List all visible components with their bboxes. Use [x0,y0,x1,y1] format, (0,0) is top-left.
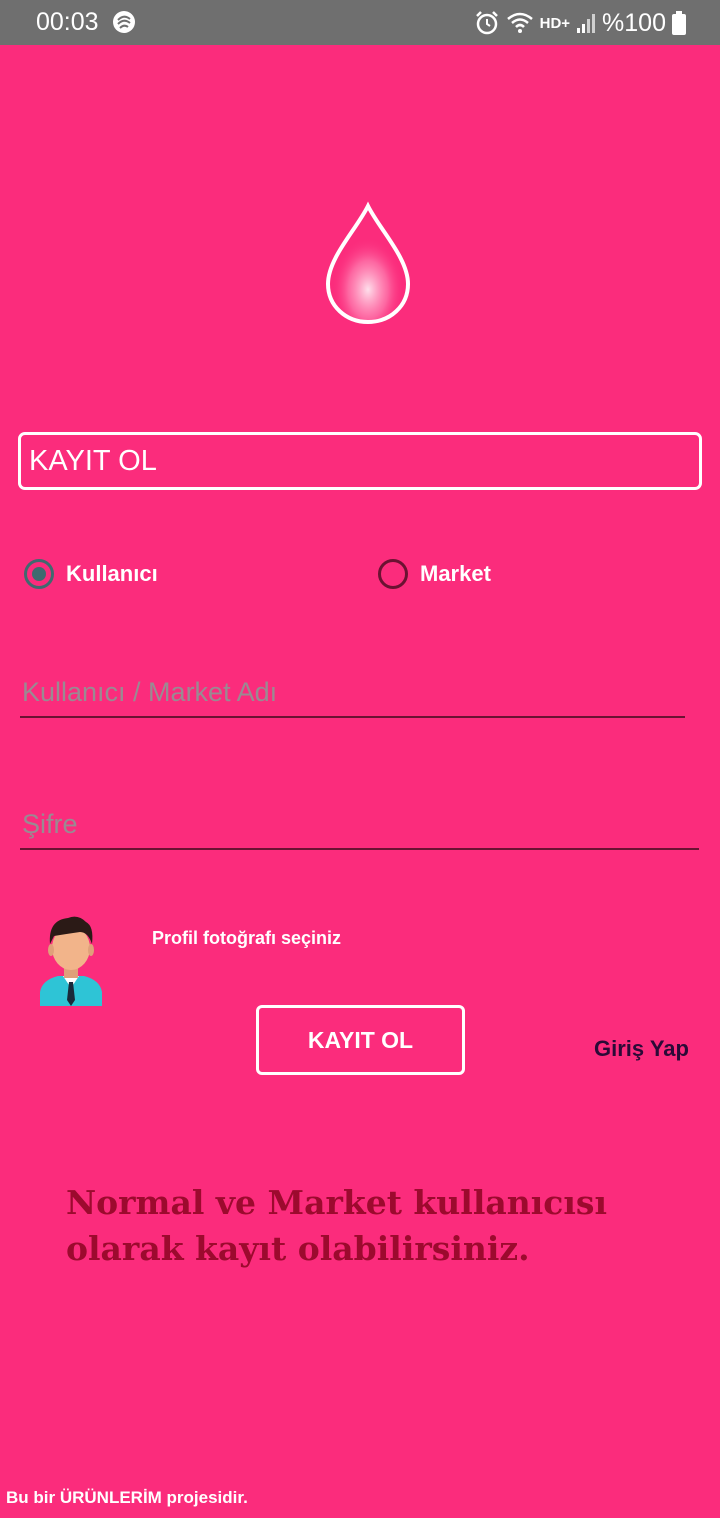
register-button[interactable]: KAYIT OL [256,1005,465,1075]
battery-icon [672,11,686,35]
page-title: KAYIT OL [18,432,702,490]
signal-icon [577,14,596,33]
radio-checked-indicator[interactable] [24,559,54,589]
login-link[interactable]: Giriş Yap [594,1036,689,1062]
network-type: HD+ [539,14,571,32]
info-message: Normal ve Market kullanıcısı olarak kayı… [66,1183,608,1268]
radio-unchecked-indicator[interactable] [378,559,408,589]
wifi-icon [506,12,533,33]
radio-market-label: Market [420,561,491,586]
profile-photo-label: Profil fotoğrafı seçiniz [152,928,342,948]
battery-level: %100 [602,8,666,37]
status-time: 00:03 [36,8,99,36]
status-bar: 00:03 HD+ %100 [0,0,720,45]
radio-kullanici-label: Kullanıcı [66,561,158,586]
user-avatar-icon[interactable] [36,914,106,1006]
username-input[interactable] [20,668,685,718]
water-drop-icon [325,201,411,325]
alarm-icon [475,11,498,35]
status-icons: HD+ %100 [474,8,686,38]
app-notification-icon [113,11,135,33]
radio-kullanici[interactable]: Kullanıcı [24,554,158,594]
password-input[interactable] [20,800,699,850]
radio-market[interactable]: Market [378,554,491,594]
footer-text: Bu bir ÜRÜNLERİM projesidir. [6,1488,248,1507]
